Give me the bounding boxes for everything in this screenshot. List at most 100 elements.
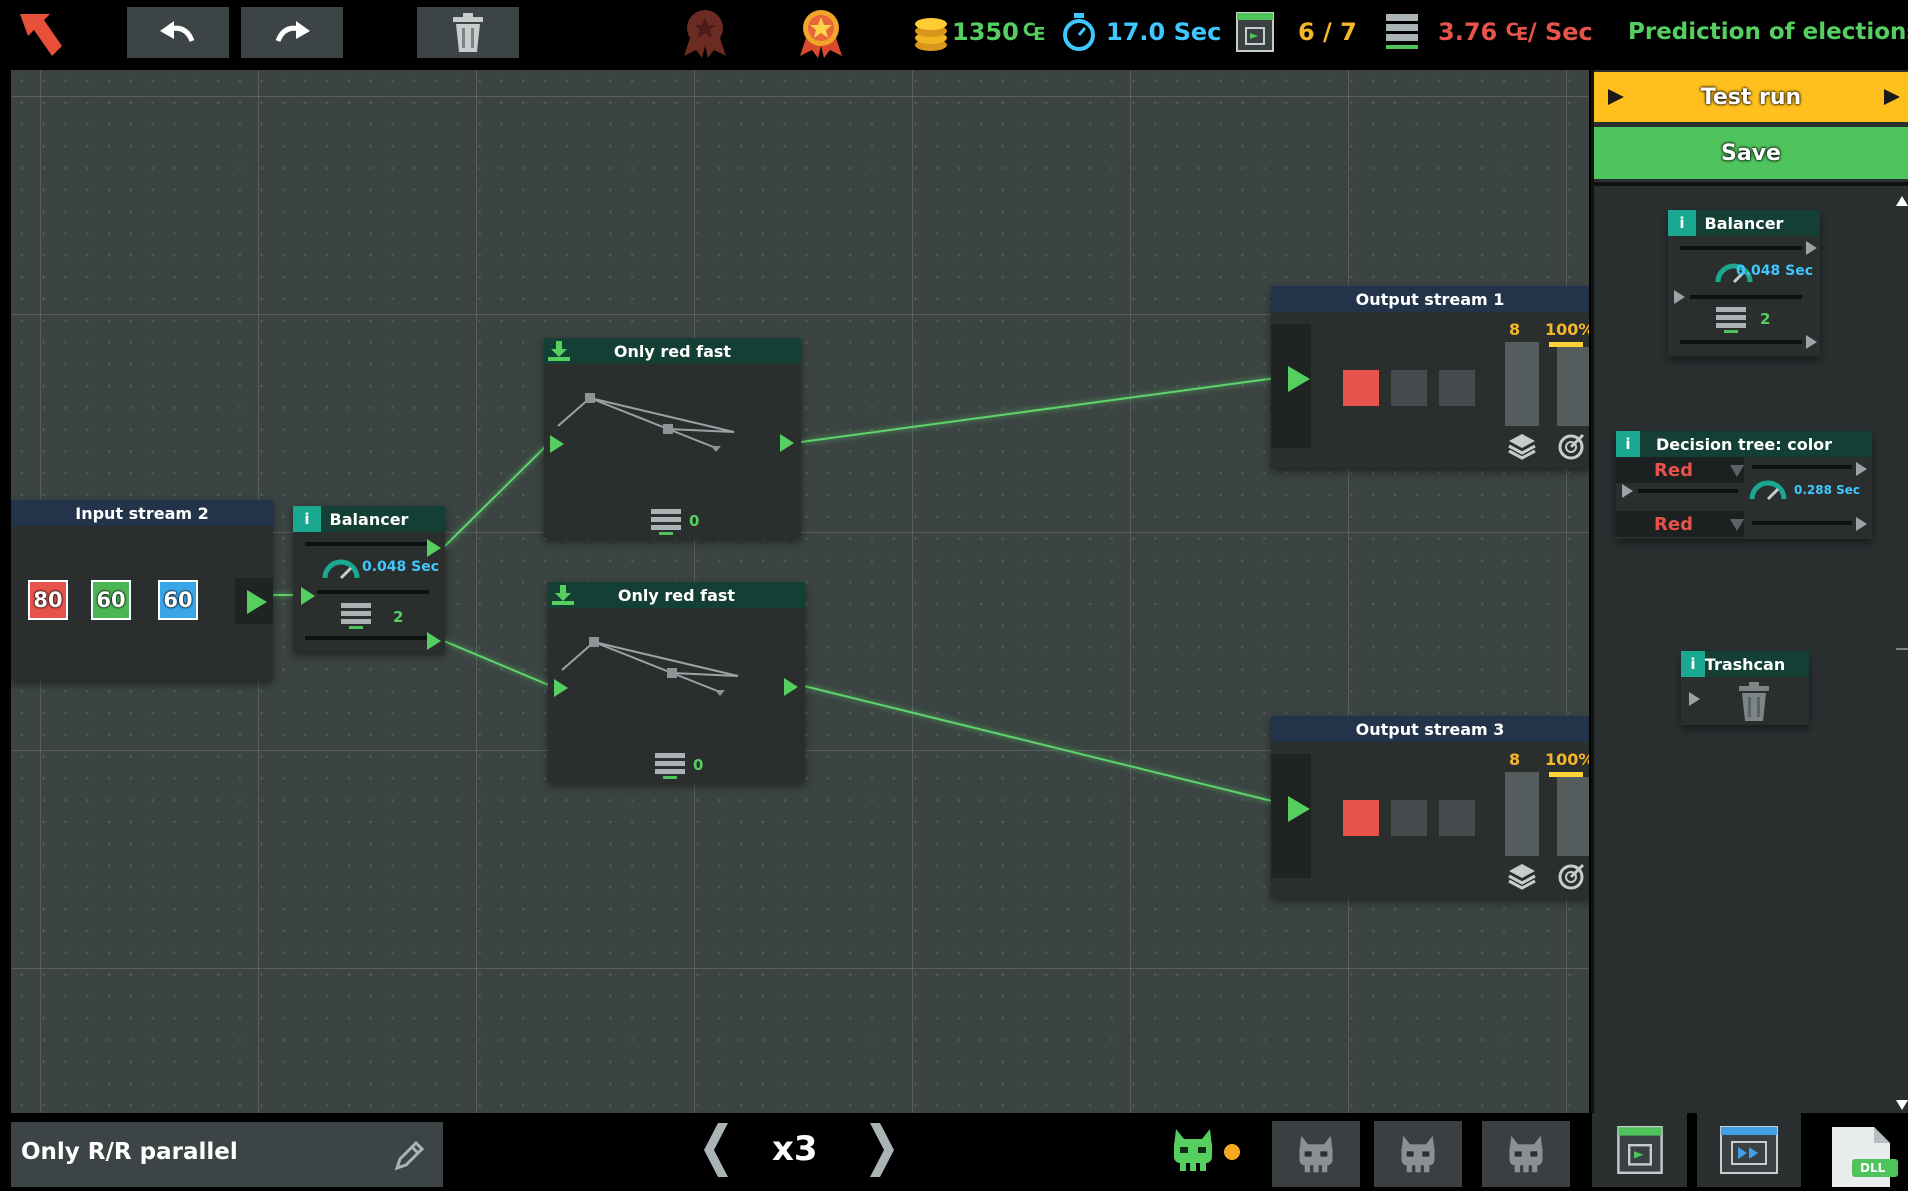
download-icon[interactable]: [544, 338, 574, 364]
output-port[interactable]: [784, 678, 798, 696]
stopwatch-icon: [1063, 13, 1095, 51]
solution-name-field[interactable]: Only R/R parallel: [11, 1122, 443, 1187]
redo-icon: [275, 20, 310, 42]
input-value-red: 80: [28, 580, 68, 620]
speed-decrease-icon[interactable]: [700, 1121, 732, 1179]
speed-increase-icon[interactable]: [866, 1121, 898, 1179]
filter-count: 0: [689, 512, 700, 530]
exit-icon: [1236, 12, 1274, 52]
currency-symbol: ₠: [1022, 18, 1046, 46]
output-percent: 100%: [1545, 320, 1589, 339]
filter-node[interactable]: Only red fast 0: [548, 582, 805, 782]
output-stream-title: Output stream 3: [1271, 716, 1589, 742]
workspace-canvas[interactable]: Input stream 2 80 60 60 Balancer i 0.048…: [11, 70, 1589, 1113]
decision-option-bottom[interactable]: Red: [1616, 511, 1744, 537]
decision-graph-icon: [561, 637, 739, 696]
play-icon: [1608, 89, 1624, 105]
info-badge[interactable]: i: [293, 506, 321, 532]
robot-mascot-icon: [1509, 1135, 1543, 1173]
input-port[interactable]: [550, 435, 564, 453]
info-badge[interactable]: i: [1616, 431, 1640, 457]
medal-icon: [798, 8, 844, 62]
robot-slot[interactable]: [1482, 1121, 1570, 1187]
chevron-down-icon: [1730, 519, 1744, 531]
balancer-speed: 0.048 Sec: [362, 559, 440, 575]
save-label: Save: [1721, 140, 1781, 166]
output-stream-node[interactable]: Output stream 3 8 100%: [1271, 716, 1589, 898]
input-value-blue: 60: [158, 580, 198, 620]
output-stream-node[interactable]: Output stream 1 8 100%: [1271, 286, 1589, 468]
panel-scrollbar[interactable]: [1896, 188, 1908, 1113]
input-port[interactable]: [1288, 366, 1310, 392]
layers-icon: [1508, 864, 1536, 890]
scroll-up-icon[interactable]: [1896, 196, 1908, 206]
robot-mascot-icon[interactable]: [1170, 1127, 1216, 1177]
coins-value: 1350: [952, 18, 1019, 46]
chevron-down-icon: [1730, 465, 1744, 477]
pencil-icon[interactable]: [391, 1138, 427, 1174]
queue-icon: [651, 509, 681, 535]
slot-empty: [1439, 370, 1475, 406]
play-icon: [1884, 89, 1900, 105]
test-run-label: Test run: [1700, 84, 1802, 110]
progress-value: 6 / 7: [1298, 18, 1357, 46]
output-port-bottom[interactable]: [427, 632, 441, 650]
queue-icon: [341, 603, 371, 629]
scroll-down-icon[interactable]: [1896, 1100, 1908, 1110]
queue-icon: [655, 753, 685, 779]
decision-option-top[interactable]: Red: [1616, 457, 1744, 483]
test-run-button[interactable]: Test run: [1594, 72, 1908, 122]
save-button[interactable]: Save: [1594, 127, 1908, 179]
undo-button[interactable]: [127, 7, 229, 58]
filter-node[interactable]: Only red fast 0: [544, 338, 801, 538]
play-icon: [247, 590, 267, 614]
next-level-button[interactable]: [1697, 1113, 1801, 1187]
output-port[interactable]: [780, 434, 794, 452]
rate-counter: 3.76 ₠/ Sec: [1384, 12, 1593, 52]
output-stream-title: Output stream 1: [1271, 286, 1589, 312]
panel-trashcan-item[interactable]: Trashcan i: [1681, 651, 1809, 725]
input-port[interactable]: [301, 587, 315, 605]
balancer-node[interactable]: Balancer i 0.048 Sec 2: [293, 506, 445, 652]
queue-icon: [1716, 307, 1746, 333]
input-stream-node[interactable]: Input stream 2 80 60 60: [11, 500, 273, 680]
input-port[interactable]: [1288, 796, 1310, 822]
output-count: 8: [1509, 320, 1521, 339]
target-icon: [1558, 433, 1585, 460]
input-port[interactable]: [554, 679, 568, 697]
panel-balancer-item[interactable]: Balancer i 0.048 Sec 2: [1668, 210, 1820, 356]
dll-button[interactable]: DLL: [1818, 1125, 1908, 1187]
back-arrow-icon[interactable]: [18, 12, 64, 58]
layers-icon: [1508, 434, 1536, 460]
coins-icon: [915, 18, 947, 51]
percent-bar: [1557, 777, 1589, 856]
panel-decision-tree-item[interactable]: Decision tree: color i Red 0.288 Sec Red: [1616, 431, 1872, 539]
info-badge[interactable]: i: [1668, 210, 1696, 236]
balancer-count: 2: [393, 608, 404, 626]
robot-slot[interactable]: [1272, 1121, 1360, 1187]
component-panel: Test run Save Balancer i 0.048 Sec 2 Dec…: [1591, 70, 1908, 1113]
redo-button[interactable]: [241, 7, 343, 58]
panel-balancer-count: 2: [1760, 310, 1771, 328]
dll-label: DLL: [1860, 1161, 1886, 1175]
status-dot: [1224, 1144, 1240, 1160]
dll-file-icon: [1832, 1127, 1898, 1187]
input-value-green: 60: [91, 580, 131, 620]
filter-title: Only red fast: [548, 582, 805, 608]
download-icon[interactable]: [548, 582, 578, 608]
filter-title: Only red fast: [544, 338, 801, 364]
trash-icon: [453, 12, 483, 52]
time-counter: 17.0 Sec: [1062, 12, 1221, 52]
info-badge[interactable]: i: [1681, 651, 1705, 677]
count-bar: [1505, 772, 1539, 856]
robot-slot[interactable]: [1374, 1121, 1462, 1187]
robot-mascot-icon: [1401, 1135, 1435, 1173]
input-output-port[interactable]: [235, 578, 273, 624]
scroll-thumb[interactable]: [1896, 648, 1908, 650]
delete-button[interactable]: [417, 7, 519, 58]
output-port-top[interactable]: [427, 539, 441, 557]
exit-icon: [1616, 1126, 1663, 1174]
exit-level-button[interactable]: [1592, 1113, 1687, 1187]
server-icon: [1386, 14, 1418, 49]
target-icon: [1558, 863, 1585, 890]
